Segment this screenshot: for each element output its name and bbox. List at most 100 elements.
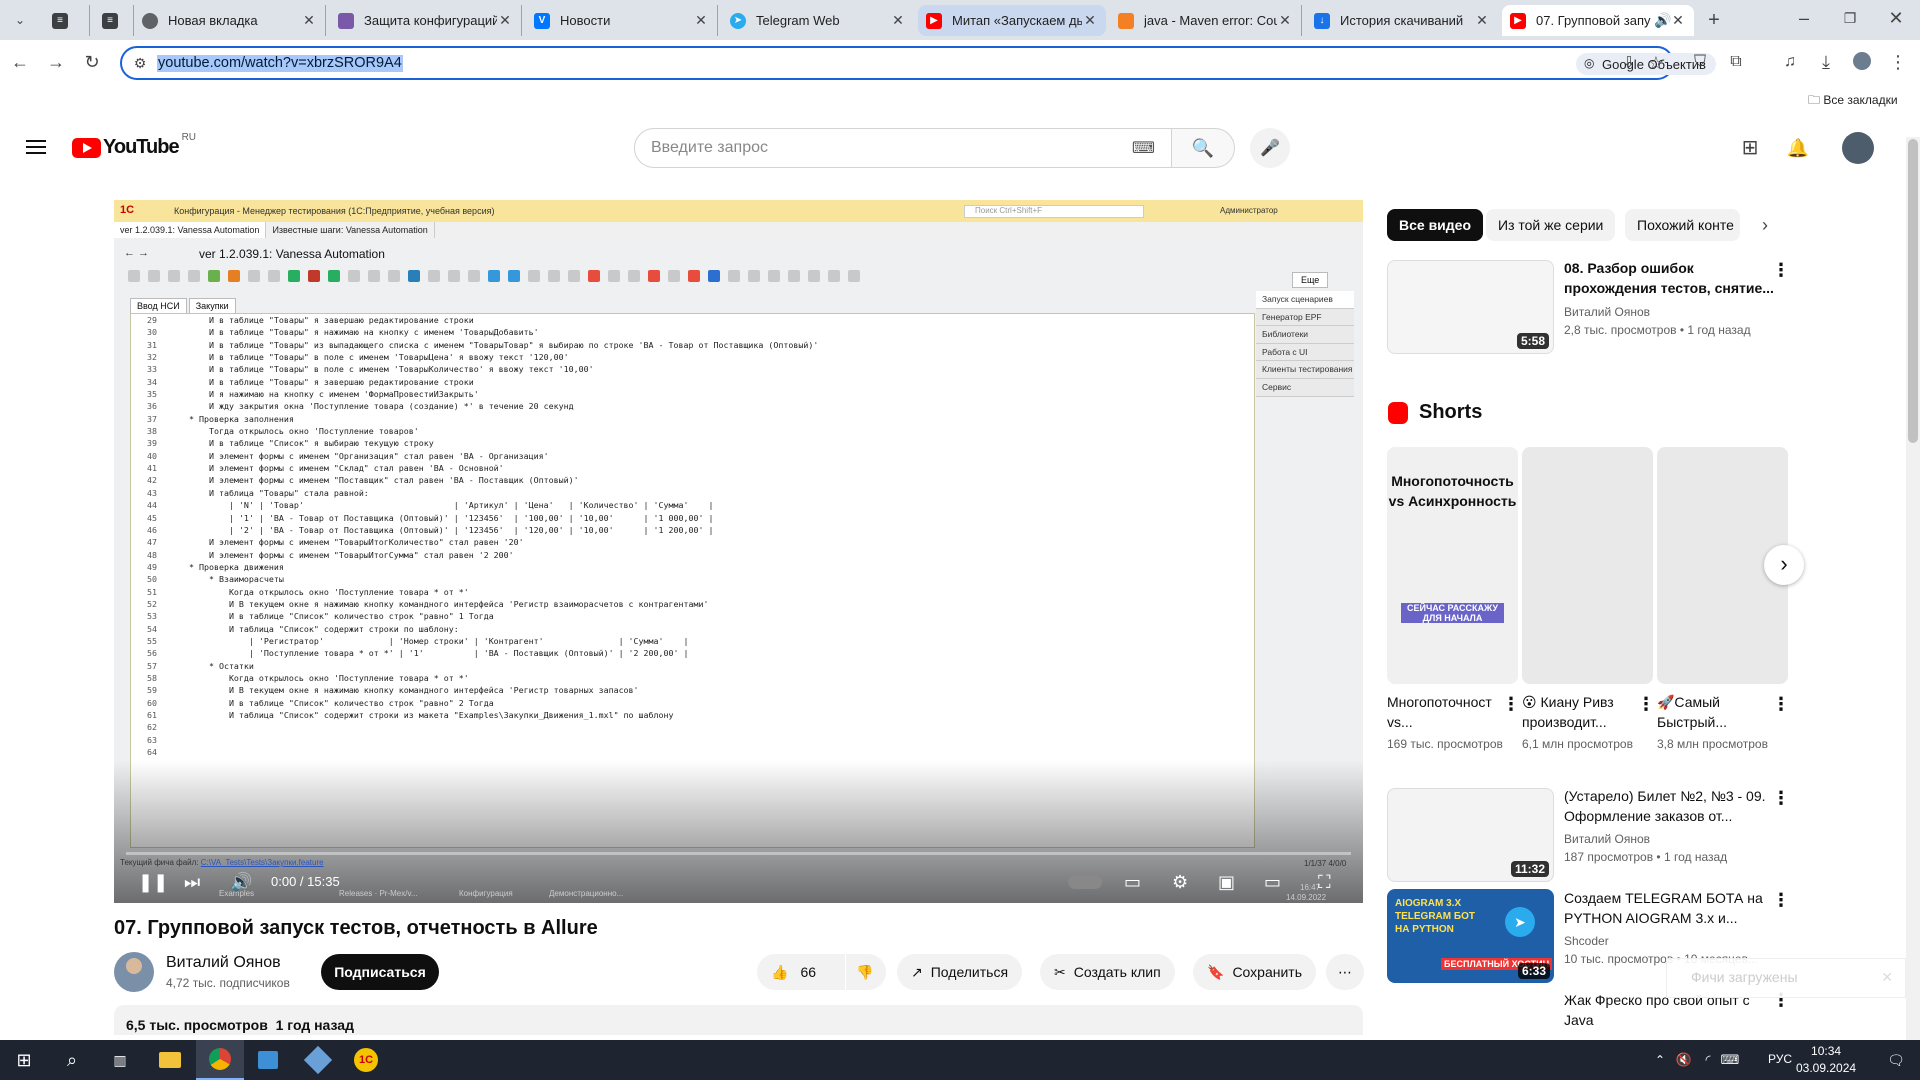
search-icon[interactable]: ⌕ [48, 1040, 96, 1080]
guide-menu-icon[interactable] [24, 136, 48, 160]
fullscreen-icon[interactable]: ⛶ [1318, 871, 1331, 893]
shield-icon[interactable]: ⛉ [1688, 52, 1712, 72]
tab-1[interactable]: ≡ [44, 5, 90, 36]
downloads-icon[interactable]: ⤓ [1814, 52, 1838, 72]
tab-search-icon[interactable]: ⌄ [8, 10, 32, 30]
tab-telegram[interactable]: ➤ Telegram Web ✕ [722, 5, 914, 36]
search-input[interactable]: Введите запрос ⌨ [634, 128, 1172, 168]
reload-icon[interactable]: ↻ [80, 52, 104, 72]
tab-new[interactable]: Новая вкладка ✕ [134, 5, 326, 36]
video-channel[interactable]: Виталий Оянов [1564, 303, 1650, 321]
tray-overflow-icon[interactable]: ⌃ [1648, 1040, 1672, 1080]
more-icon[interactable]: ⋮ [1502, 694, 1520, 715]
back-icon[interactable]: ← [8, 52, 32, 72]
more-icon[interactable]: ⋮ [1772, 260, 1790, 281]
extensions-icon[interactable]: ⧉ [1724, 52, 1748, 72]
keyboard-icon[interactable]: ⌨ [1718, 1040, 1742, 1080]
volume-muted-icon[interactable]: 🔇 [1672, 1040, 1696, 1080]
channel-avatar[interactable] [114, 952, 154, 992]
video-thumbnail[interactable]: AIOGRAM 3.X TELEGRAM БОТ НА PYTHON БЕСПЛ… [1387, 889, 1554, 983]
close-icon[interactable]: ✕ [890, 12, 906, 29]
restore-icon[interactable]: ❐ [1838, 8, 1862, 28]
task-view-icon[interactable]: ▥ [96, 1040, 144, 1080]
media-icon[interactable]: ♫ [1778, 52, 1802, 72]
new-tab-icon[interactable]: + [1702, 10, 1726, 30]
short-title[interactable]: 😮 Киану Ривз производит... [1522, 692, 1637, 732]
window-close-icon[interactable]: ✕ [1884, 8, 1908, 28]
video-title[interactable]: Создаем TELEGRAM БОТА на PYTHON AIOGRAM … [1564, 888, 1774, 928]
close-icon[interactable]: ✕ [301, 12, 317, 29]
close-icon[interactable]: ✕ [1474, 12, 1490, 29]
notifications-icon[interactable]: 🔔 [1786, 138, 1810, 158]
bookmark-star-icon[interactable]: ☆ [1644, 53, 1668, 73]
install-icon[interactable]: ⇩ [1617, 53, 1641, 73]
chip-all[interactable]: Все видео [1387, 209, 1484, 241]
video-player[interactable]: 1C Конфигурация - Менеджер тестирования … [114, 200, 1363, 903]
miniplayer-icon[interactable]: ▣ [1218, 871, 1235, 893]
account-avatar[interactable] [1842, 132, 1874, 164]
clock[interactable]: 10:34 03.09.2024 [1796, 1043, 1856, 1077]
short-title[interactable]: Многопоточност vs... [1387, 692, 1502, 732]
page-scrollbar[interactable] [1906, 137, 1920, 1040]
more-icon[interactable]: ⋮ [1637, 694, 1655, 715]
tab-2[interactable]: ≡ [94, 5, 134, 36]
chip-similar[interactable]: Похожий конте [1625, 209, 1740, 241]
close-icon[interactable]: ✕ [693, 12, 709, 29]
subscribe-button[interactable]: Подписаться [321, 954, 439, 990]
tab-current[interactable]: ▶ 07. Групповой запу 🔊 ✕ [1502, 5, 1694, 36]
volume-icon[interactable]: 🔊 [230, 871, 252, 893]
video-channel[interactable]: Shcoder [1564, 932, 1609, 950]
video-thumbnail[interactable]: 5:58 [1387, 260, 1554, 354]
tab-vk[interactable]: V Новости ✕ [526, 5, 718, 36]
chrome-icon[interactable] [196, 1040, 244, 1080]
language-indicator[interactable]: РУС [1768, 1052, 1792, 1066]
site-info-icon[interactable]: ⚙ [128, 53, 152, 73]
more-icon[interactable]: ⋮ [1772, 694, 1790, 715]
tab-config[interactable]: Защита конфигураций ✕ [330, 5, 522, 36]
wifi-icon[interactable]: ◜ [1696, 1040, 1720, 1080]
settings-icon[interactable]: ⚙ [1172, 871, 1188, 893]
more-icon[interactable]: ⋮ [1772, 890, 1790, 911]
subtitles-icon[interactable]: ▭ [1124, 871, 1141, 893]
profile-icon[interactable] [1850, 52, 1874, 74]
url-text[interactable]: youtube.com/watch?v=xbrzSROR9A4 [157, 55, 403, 72]
description-box[interactable]: 6,5 тыс. просмотров 1 год назад [114, 1005, 1363, 1035]
all-bookmarks[interactable]: 🗀 Все закладки [1808, 91, 1898, 112]
voice-search-button[interactable]: 🎤 [1250, 128, 1290, 168]
tab-downloads[interactable]: ↓ История скачиваний ✕ [1306, 5, 1498, 36]
search-button[interactable]: 🔍 [1171, 128, 1235, 168]
short-title[interactable]: 🚀Самый Быстрый... [1657, 692, 1772, 732]
autoplay-toggle[interactable] [1068, 875, 1102, 889]
keyboard-icon[interactable]: ⌨ [1132, 138, 1155, 158]
tab-meetup[interactable]: ▶ Митап «Запускаем ды ✕ [918, 5, 1106, 36]
1c-icon[interactable]: 1C [342, 1040, 390, 1080]
network-app-icon[interactable] [294, 1040, 342, 1080]
windows-start-icon[interactable]: ⊞ [0, 1040, 48, 1080]
close-icon[interactable]: ✕ [1881, 969, 1893, 986]
video-title[interactable]: 08. Разбор ошибок прохождения тестов, сн… [1564, 258, 1774, 298]
close-icon[interactable]: ✕ [497, 12, 513, 29]
video-thumbnail[interactable]: 11:32 [1387, 788, 1554, 882]
channel-name[interactable]: Виталий Оянов [166, 954, 281, 972]
save-button[interactable]: 🔖 Сохранить [1193, 954, 1317, 990]
short-thumbnail[interactable] [1522, 447, 1653, 684]
app-icon[interactable] [244, 1040, 292, 1080]
theater-icon[interactable]: ▭ [1264, 871, 1281, 893]
like-button[interactable]: 👍 66 [757, 954, 845, 990]
video-channel[interactable]: Виталий Оянов [1564, 830, 1650, 848]
close-icon[interactable]: ✕ [1082, 12, 1098, 29]
tab-stackoverflow[interactable]: java - Maven error: Cou ✕ [1110, 5, 1302, 36]
share-button[interactable]: ↗ Поделиться [897, 954, 1023, 990]
forward-icon[interactable]: → [44, 52, 68, 72]
close-icon[interactable]: ✕ [1670, 12, 1686, 29]
more-actions-button[interactable]: ⋯ [1326, 954, 1364, 990]
file-explorer-icon[interactable] [146, 1040, 194, 1080]
close-icon[interactable]: ✕ [1277, 12, 1293, 29]
chip-series[interactable]: Из той же серии [1486, 209, 1616, 241]
youtube-logo[interactable]: YouTube RU [72, 132, 196, 159]
next-icon[interactable]: ⏭ [184, 871, 200, 893]
more-icon[interactable]: ⋮ [1772, 788, 1790, 809]
pause-icon[interactable]: ❚❚ [138, 871, 168, 893]
chevron-right-icon[interactable]: › [1753, 215, 1777, 235]
short-thumbnail[interactable]: Многопоточность vs Асинхронность СЕЙЧАС … [1387, 447, 1518, 684]
